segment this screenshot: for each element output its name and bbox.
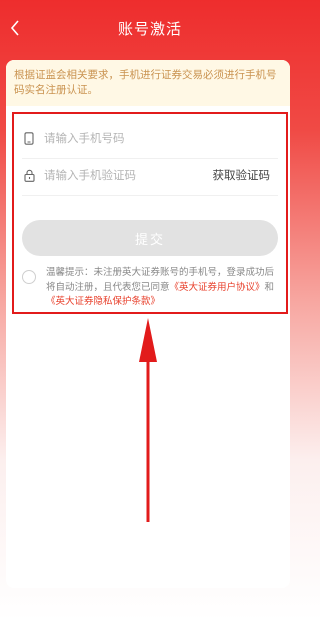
highlight-box <box>12 112 288 314</box>
header-bar: 账号激活 <box>0 0 300 60</box>
notice-text: 根据证监会相关要求，手机进行证券交易必须进行手机号码实名注册认证。 <box>14 69 277 96</box>
notice-banner: 根据证监会相关要求，手机进行证券交易必须进行手机号码实名注册认证。 <box>6 60 290 106</box>
page-title: 账号激活 <box>117 20 182 38</box>
